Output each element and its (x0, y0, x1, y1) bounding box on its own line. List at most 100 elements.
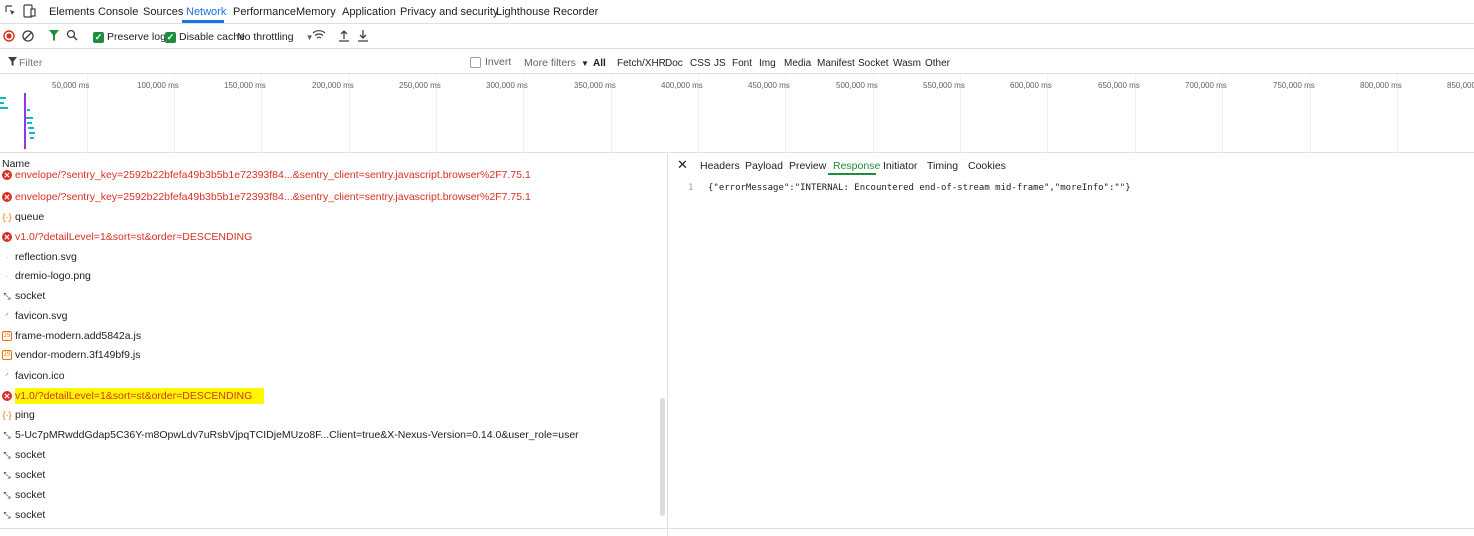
clear-icon[interactable] (22, 30, 34, 45)
filter-type-manifest[interactable]: Manifest (817, 58, 855, 69)
filter-type-all[interactable]: All (593, 58, 606, 69)
request-name: frame-modern.add5842a.js (15, 330, 142, 342)
request-name: socket (15, 469, 46, 481)
detail-tab-timing[interactable]: Timing (927, 160, 958, 172)
invert-check-box (470, 56, 481, 68)
request-row[interactable]: ⤡ socket (0, 505, 660, 525)
request-name: ping (15, 409, 35, 421)
favicon-icon: ᐟ (5, 370, 9, 381)
invert-checkbox[interactable]: Invert (470, 56, 511, 68)
preserve-log-label: Preserve log (107, 31, 166, 43)
export-har-icon[interactable] (357, 29, 369, 45)
request-row[interactable]: · dremio-logo.png (0, 266, 660, 286)
tab-elements[interactable]: Elements (49, 6, 95, 18)
request-row[interactable]: ✕ envelope/?sentry_key=2592b22bfefa49b3b… (0, 187, 660, 207)
tab-network[interactable]: Network (186, 6, 226, 18)
filter-type-media[interactable]: Media (784, 58, 811, 69)
disable-cache-label: Disable cache (179, 31, 245, 43)
filter-type-img[interactable]: Img (759, 58, 776, 69)
request-row[interactable]: ⤡ socket (0, 445, 660, 465)
tab-application[interactable]: Application (342, 6, 396, 18)
request-name: dremio-logo.png (15, 270, 91, 282)
request-row[interactable]: JS frame-modern.add5842a.js (0, 326, 660, 346)
filter-type-wasm[interactable]: Wasm (893, 58, 921, 69)
detail-tab-headers[interactable]: Headers (700, 160, 740, 172)
timeline-overview[interactable]: 50,000 ms 100,000 ms 150,000 ms 200,000 … (0, 75, 1474, 153)
detail-tab-response[interactable]: Response (833, 160, 880, 172)
request-name: vendor-modern.3f149bf9.js (15, 349, 141, 361)
device-toggle-icon[interactable] (22, 4, 36, 21)
import-har-icon[interactable] (338, 29, 350, 45)
timeline-tick: 600,000 ms (1010, 81, 1052, 90)
tab-privacy-and-security[interactable]: Privacy and security (400, 6, 498, 18)
request-row[interactable]: ᐟ favicon.svg (0, 306, 660, 326)
json-icon: {·} (2, 212, 12, 222)
disable-cache-checkbox[interactable]: ✓ Disable cache (165, 31, 245, 43)
throttling-select[interactable]: No throttling ▼ (237, 31, 314, 43)
inspect-cursor-icon[interactable] (4, 4, 18, 21)
script-file-icon: JS (2, 350, 12, 360)
filter-type-other[interactable]: Other (925, 58, 950, 69)
timeline-tick: 650,000 ms (1098, 81, 1140, 90)
request-name: 5-Uc7pMRwddGdap5C36Y-m8OpwLdv7uRsbVjpqTC… (15, 429, 579, 441)
error-icon: ✕ (2, 192, 12, 202)
filter-type-js[interactable]: JS (714, 58, 726, 69)
timeline-tick: 200,000 ms (312, 81, 354, 90)
tab-memory[interactable]: Memory (296, 6, 336, 18)
request-row[interactable]: ✕ v1.0/?detailLevel=1&sort=st&order=DESC… (0, 227, 660, 247)
throttling-value: No throttling (237, 31, 294, 43)
filter-funnel-icon[interactable] (48, 29, 60, 45)
tab-performance[interactable]: Performance (233, 6, 296, 18)
detail-tab-initiator[interactable]: Initiator (883, 160, 917, 172)
detail-tab-preview[interactable]: Preview (789, 160, 826, 172)
response-body[interactable]: {"errorMessage":"INTERNAL: Encountered e… (708, 183, 1131, 193)
request-row[interactable]: ✕ envelope/?sentry_key=2592b22bfefa49b3b… (0, 168, 660, 182)
tab-lighthouse[interactable]: Lighthouse (496, 6, 550, 18)
active-detail-tab-indicator (828, 173, 876, 175)
filter-type-fetch-xhr[interactable]: Fetch/XHR (617, 58, 666, 69)
timeline-tick: 50,000 ms (52, 81, 90, 90)
filter-input[interactable] (19, 55, 219, 71)
tab-recorder[interactable]: Recorder (553, 6, 598, 18)
filter-type-css[interactable]: CSS (690, 58, 711, 69)
request-row[interactable]: ᐟ favicon.ico (0, 366, 660, 386)
tab-console[interactable]: Console (98, 6, 138, 18)
filter-type-doc[interactable]: Doc (665, 58, 683, 69)
request-row[interactable]: JS vendor-modern.3f149bf9.js (0, 345, 660, 365)
response-line-number: 1 (688, 183, 694, 193)
detail-tab-cookies[interactable]: Cookies (968, 160, 1006, 172)
filter-type-font[interactable]: Font (732, 58, 752, 69)
more-filters-dropdown[interactable]: More filters ▼ (524, 57, 589, 69)
filter-type-socket[interactable]: Socket (858, 58, 889, 69)
search-icon[interactable] (66, 29, 78, 44)
status-bar (0, 528, 1474, 536)
request-name: favicon.svg (15, 310, 68, 322)
record-stop-icon[interactable] (3, 30, 15, 45)
request-row[interactable]: ⤡ socket (0, 286, 660, 306)
timeline-tick: 450,000 ms (748, 81, 790, 90)
timeline-tick: 550,000 ms (923, 81, 965, 90)
request-row[interactable]: ⤡ socket (0, 485, 660, 505)
request-row-selected[interactable]: ✕ v1.0/?detailLevel=1&sort=st&order=DESC… (0, 386, 660, 406)
preserve-log-checkbox[interactable]: ✓ Preserve log (93, 31, 166, 43)
socket-icon: ⤡ (3, 449, 11, 460)
socket-icon: ⤡ (3, 290, 11, 301)
request-row[interactable]: {·} ping (0, 405, 660, 425)
request-row[interactable]: ⤡ socket (0, 465, 660, 485)
request-detail-pane: ✕ Headers Payload Preview Response Initi… (667, 154, 1474, 536)
request-row[interactable]: {·} queue (0, 207, 660, 227)
error-icon: ✕ (2, 170, 12, 180)
detail-tab-payload[interactable]: Payload (745, 160, 783, 172)
network-conditions-icon[interactable] (312, 29, 326, 44)
request-list-scrollbar[interactable] (660, 398, 665, 516)
request-name: socket (15, 509, 46, 521)
timeline-tick: 300,000 ms (486, 81, 528, 90)
network-toolbar: ✓ Preserve log ✓ Disable cache No thrott… (0, 25, 1474, 49)
request-name: socket (15, 290, 46, 302)
invert-label: Invert (485, 56, 512, 68)
tab-sources[interactable]: Sources (143, 6, 183, 18)
request-name: socket (15, 449, 46, 461)
request-row[interactable]: ⤡ 5-Uc7pMRwddGdap5C36Y-m8OpwLdv7uRsbVjpq… (0, 425, 660, 445)
request-row[interactable]: · reflection.svg (0, 247, 660, 267)
close-icon[interactable]: ✕ (677, 157, 688, 173)
